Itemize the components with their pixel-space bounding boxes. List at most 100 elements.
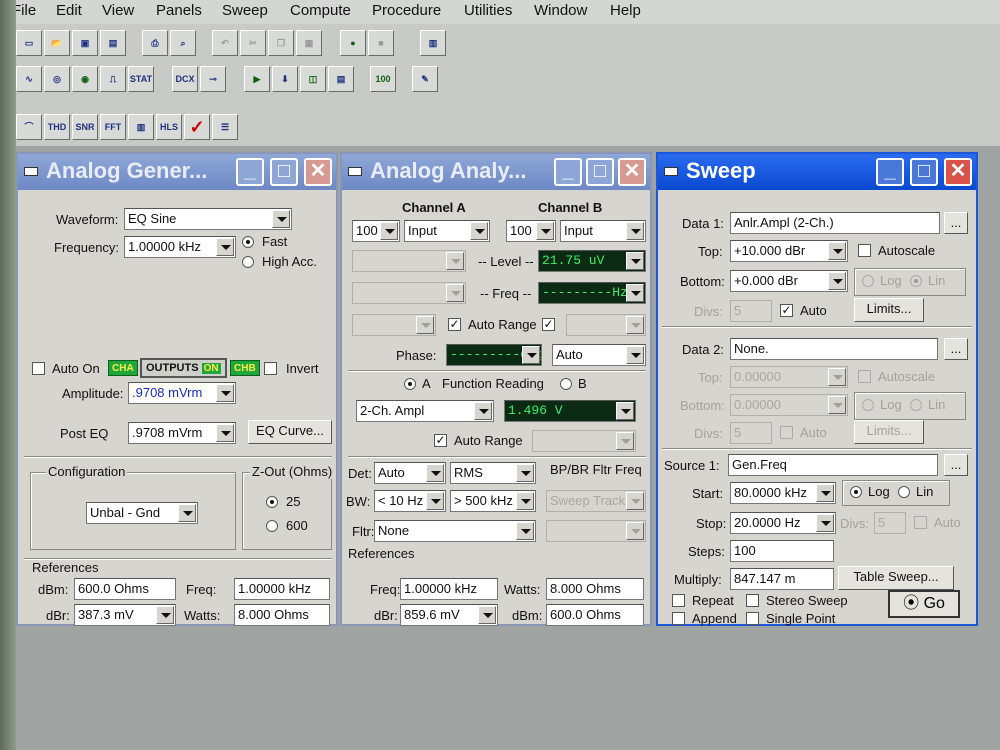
chevron-down-icon[interactable] bbox=[380, 222, 398, 240]
divs-input[interactable]: 5 bbox=[730, 300, 772, 322]
spectrum-icon[interactable]: ⌒ bbox=[16, 114, 42, 140]
bottom2-input[interactable]: 0.00000 bbox=[730, 394, 848, 416]
copy-icon[interactable]: ❐ bbox=[268, 30, 294, 56]
sweep-graph-icon[interactable]: ▶ bbox=[244, 66, 270, 92]
chevron-down-icon[interactable] bbox=[626, 284, 644, 302]
reading-b-radio[interactable] bbox=[560, 378, 572, 390]
divs3-input[interactable]: 5 bbox=[874, 512, 906, 534]
fft-icon[interactable]: FFT bbox=[100, 114, 126, 140]
chevron-down-icon[interactable] bbox=[216, 384, 234, 402]
ana-ref-dbr-input[interactable]: 859.6 mV bbox=[400, 604, 498, 626]
lin2-radio[interactable] bbox=[910, 399, 922, 411]
chevron-down-icon[interactable] bbox=[626, 522, 644, 540]
chevron-down-icon[interactable] bbox=[416, 316, 434, 334]
chevron-down-icon[interactable] bbox=[426, 492, 444, 510]
run-icon[interactable]: ● bbox=[340, 30, 366, 56]
ana-ref-freq-input[interactable]: 1.00000 kHz bbox=[400, 578, 498, 600]
menu-window[interactable]: Window bbox=[534, 2, 587, 19]
log-radio[interactable] bbox=[862, 275, 874, 287]
digital-generator-icon[interactable]: ◉ bbox=[72, 66, 98, 92]
autoscale2-checkbox[interactable] bbox=[858, 370, 871, 383]
top-input[interactable]: +10.000 dBr bbox=[730, 240, 848, 262]
data1-input[interactable]: Anlr.Ampl (2-Ch.) bbox=[730, 212, 940, 234]
auto-checkbox[interactable]: ✓ bbox=[780, 304, 793, 317]
chevron-down-icon[interactable] bbox=[626, 492, 644, 510]
switcher-icon[interactable]: ⊸ bbox=[200, 66, 226, 92]
channel-b-range-select[interactable]: 100 bbox=[506, 220, 556, 242]
chevron-down-icon[interactable] bbox=[828, 242, 846, 260]
print-preview-icon[interactable]: ⌕ bbox=[170, 30, 196, 56]
chevron-down-icon[interactable] bbox=[446, 284, 464, 302]
auto2-checkbox[interactable] bbox=[780, 426, 793, 439]
chevron-down-icon[interactable] bbox=[816, 514, 834, 532]
chevron-down-icon[interactable] bbox=[516, 492, 534, 510]
start-input[interactable]: 80.0000 kHz bbox=[730, 482, 836, 504]
repeat-checkbox[interactable] bbox=[672, 594, 685, 607]
menu-help[interactable]: Help bbox=[610, 2, 641, 19]
chevron-down-icon[interactable] bbox=[536, 222, 554, 240]
freq-a-select[interactable] bbox=[352, 282, 466, 304]
chevron-down-icon[interactable] bbox=[626, 316, 644, 334]
z-25-radio[interactable] bbox=[266, 496, 278, 508]
chb-badge[interactable]: CHB bbox=[230, 360, 260, 376]
print-icon[interactable]: ⎙ bbox=[142, 30, 168, 56]
chevron-down-icon[interactable] bbox=[478, 606, 496, 624]
meter-icon[interactable]: 100 bbox=[370, 66, 396, 92]
new-file-icon[interactable]: ▭ bbox=[16, 30, 42, 56]
auto-range-2-checkbox[interactable]: ✓ bbox=[434, 434, 447, 447]
auto-range-2-select[interactable] bbox=[532, 430, 636, 452]
bar-graph-icon[interactable]: ▥ bbox=[420, 30, 446, 56]
ana-ref-watts-input[interactable]: 8.000 Ohms bbox=[546, 578, 644, 600]
chevron-down-icon[interactable] bbox=[616, 402, 634, 420]
chevron-down-icon[interactable] bbox=[272, 210, 290, 228]
auto-range-b-checkbox[interactable]: ✓ bbox=[542, 318, 555, 331]
dbr-input[interactable]: 387.3 mV bbox=[74, 604, 176, 626]
window-menu-icon[interactable] bbox=[348, 167, 362, 176]
invert-checkbox[interactable] bbox=[264, 362, 277, 375]
z-600-radio[interactable] bbox=[266, 520, 278, 532]
hls-icon[interactable]: HLS bbox=[156, 114, 182, 140]
data1-browse-button[interactable]: ... bbox=[944, 212, 968, 234]
sweep-track-select[interactable]: Sweep Track bbox=[546, 490, 646, 512]
bottom-input[interactable]: +0.000 dBr bbox=[730, 270, 848, 292]
steps-input[interactable]: 100 bbox=[730, 540, 834, 562]
watts-input[interactable]: 8.000 Ohms bbox=[234, 604, 330, 626]
outputs-button[interactable]: OUTPUTS ON bbox=[140, 358, 227, 378]
divs2-input[interactable]: 5 bbox=[730, 422, 772, 444]
menu-procedure[interactable]: Procedure bbox=[372, 2, 441, 19]
single-point-checkbox[interactable] bbox=[746, 612, 759, 625]
list-icon[interactable]: ☰ bbox=[212, 114, 238, 140]
autoscale-checkbox[interactable] bbox=[858, 244, 871, 257]
ana-ref-dbm-input[interactable]: 600.0 Ohms bbox=[546, 604, 644, 626]
down-arrow-icon[interactable]: ⬇ bbox=[272, 66, 298, 92]
chevron-down-icon[interactable] bbox=[522, 346, 540, 364]
analyzer-icon[interactable]: ◎ bbox=[44, 66, 70, 92]
function-reading-readout[interactable]: 1.496 V bbox=[504, 400, 636, 422]
bw-high-select[interactable]: > 500 kHz bbox=[450, 490, 536, 512]
chevron-down-icon[interactable] bbox=[828, 272, 846, 290]
maximize-icon[interactable]: □ bbox=[910, 158, 938, 186]
chevron-down-icon[interactable] bbox=[828, 368, 846, 386]
minimize-icon[interactable]: _ bbox=[876, 158, 904, 186]
close-icon[interactable]: ✕ bbox=[304, 158, 332, 186]
chevron-down-icon[interactable] bbox=[828, 396, 846, 414]
auto-range-a-select[interactable] bbox=[352, 314, 436, 336]
digital-io-icon[interactable]: ⎍ bbox=[100, 66, 126, 92]
menu-file[interactable]: File bbox=[16, 2, 36, 19]
minimize-icon[interactable]: _ bbox=[554, 158, 582, 186]
checkmark-icon[interactable]: ✓ bbox=[184, 114, 210, 140]
ref-freq-input[interactable]: 1.00000 kHz bbox=[234, 578, 330, 600]
limits2-button[interactable]: Limits... bbox=[854, 420, 924, 444]
stat-bit-icon[interactable]: STAT BIT bbox=[128, 66, 154, 92]
multitone-icon[interactable]: ▥ bbox=[128, 114, 154, 140]
maximize-icon[interactable]: □ bbox=[586, 158, 614, 186]
sine-generator-icon[interactable]: ∿ bbox=[16, 66, 42, 92]
fltr-select[interactable]: None bbox=[374, 520, 536, 542]
det-select[interactable]: Auto bbox=[374, 462, 446, 484]
sweep-titlebar[interactable]: Sweep _ □ ✕ bbox=[658, 154, 976, 190]
stop-icon[interactable]: ■ bbox=[368, 30, 394, 56]
data2-browse-button[interactable]: ... bbox=[944, 338, 968, 360]
chevron-down-icon[interactable] bbox=[446, 252, 464, 270]
log2-radio[interactable] bbox=[862, 399, 874, 411]
stop-input[interactable]: 20.0000 Hz bbox=[730, 512, 836, 534]
